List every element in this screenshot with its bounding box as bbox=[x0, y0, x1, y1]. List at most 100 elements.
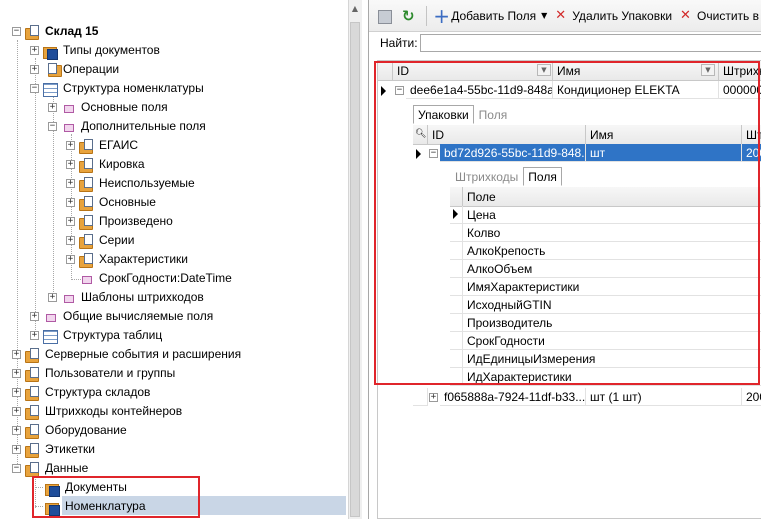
column-header-id[interactable]: ID ▼ bbox=[393, 61, 553, 81]
tree-item-unused[interactable]: + Неиспользуемые bbox=[66, 174, 197, 193]
tree-item-container-barcodes[interactable]: + Штрихкоды контейнеров bbox=[12, 402, 184, 421]
tree-item-server-events[interactable]: + Серверные события и расширения bbox=[12, 345, 243, 364]
expand-icon[interactable]: + bbox=[12, 445, 21, 454]
detail-column-header-name[interactable]: Имя bbox=[586, 125, 742, 145]
tree-item-doc-types[interactable]: + Типы документов bbox=[30, 41, 162, 60]
detail-cell-barcode[interactable]: 200 bbox=[742, 144, 761, 162]
expand-icon[interactable]: + bbox=[66, 236, 75, 245]
tree-item-additional-fields[interactable]: − Дополнительные поля bbox=[48, 117, 208, 136]
inner-field-cell[interactable]: ИмяХарактеристики bbox=[463, 278, 761, 296]
collapse-icon[interactable]: − bbox=[395, 86, 404, 95]
tab-packages[interactable]: Упаковки bbox=[413, 105, 474, 124]
expand-icon[interactable]: + bbox=[30, 331, 39, 340]
tree-item-basic[interactable]: + Основные bbox=[66, 193, 158, 212]
inner-column-header-field[interactable]: Поле bbox=[463, 187, 761, 207]
add-fields-button[interactable]: Добавить Поля ▼ bbox=[429, 4, 550, 28]
inner-field-cell[interactable]: АлкоОбъем bbox=[463, 260, 761, 278]
tree-item-users-groups[interactable]: + Пользователи и группы bbox=[12, 364, 177, 383]
tree-item-operations[interactable]: + Операции bbox=[30, 60, 121, 79]
expand-icon[interactable]: + bbox=[12, 426, 21, 435]
tree-item-barcode-templates[interactable]: + Шаблоны штрихкодов bbox=[48, 288, 206, 307]
scroll-up-icon[interactable]: ▲ bbox=[350, 4, 360, 16]
tree-scrollbar-thumb[interactable] bbox=[350, 22, 360, 517]
folder-icon bbox=[24, 385, 40, 401]
tree-item-table-structure[interactable]: + Структура таблиц bbox=[30, 326, 164, 345]
expand-icon[interactable]: + bbox=[48, 103, 57, 112]
tree-item-kirovka[interactable]: + Кировка bbox=[66, 155, 147, 174]
collapse-icon[interactable]: − bbox=[12, 27, 21, 36]
tree-label: Этикетки bbox=[45, 442, 95, 456]
detail-column-header-id[interactable]: ID bbox=[428, 125, 586, 145]
column-header-barcode[interactable]: Штрихко bbox=[719, 61, 761, 81]
collapse-icon[interactable]: − bbox=[48, 122, 57, 131]
tree-item-equipment[interactable]: + Оборудование bbox=[12, 421, 129, 440]
tree-item-documents[interactable]: Документы bbox=[44, 478, 129, 497]
tree-item-nomenclature-structure[interactable]: − Структура номенклатуры bbox=[30, 79, 206, 98]
collapse-icon[interactable]: − bbox=[12, 464, 21, 473]
expand-icon[interactable]: + bbox=[30, 312, 39, 321]
tree-guide bbox=[35, 58, 36, 338]
expand-icon[interactable]: + bbox=[66, 141, 75, 150]
tree-item-characteristics[interactable]: + Характеристики bbox=[66, 250, 190, 269]
collapse-icon[interactable]: − bbox=[30, 84, 39, 93]
tree-item-root[interactable]: − Склад 15 bbox=[12, 22, 100, 41]
collapse-icon[interactable]: − bbox=[429, 149, 438, 158]
inner-field-cell[interactable]: Цена bbox=[463, 206, 761, 224]
tree-item-calculated-fields[interactable]: + Общие вычисляемые поля bbox=[30, 307, 215, 326]
expand-icon[interactable]: + bbox=[66, 255, 75, 264]
expand-icon[interactable]: + bbox=[12, 388, 21, 397]
detail-cell-name[interactable]: шт (1 шт) bbox=[586, 388, 742, 406]
search-input[interactable] bbox=[420, 34, 761, 52]
save-button[interactable] bbox=[373, 5, 398, 27]
cell-barcode[interactable]: 000000 bbox=[719, 81, 761, 99]
tab-barcodes[interactable]: Штрихкоды bbox=[450, 167, 523, 186]
expand-icon[interactable]: + bbox=[30, 65, 39, 74]
inner-field-cell[interactable]: АлкоКрепость bbox=[463, 242, 761, 260]
expand-icon[interactable]: + bbox=[12, 350, 21, 359]
tree-item-warehouse-structure[interactable]: + Структура складов bbox=[12, 383, 152, 402]
inner-field-cell[interactable]: ИдХарактеристики bbox=[463, 368, 761, 386]
tree-item-produced[interactable]: + Произведено bbox=[66, 212, 175, 231]
expand-icon[interactable]: + bbox=[66, 160, 75, 169]
cell-name[interactable]: Кондиционер ELEKTA bbox=[553, 81, 719, 99]
tree-item-nomenclature[interactable]: Номенклатура bbox=[44, 497, 148, 516]
detail-cell-id[interactable]: bd72d926-55bc-11d9-848... bbox=[440, 144, 586, 162]
detail-cell-name[interactable]: шт bbox=[586, 144, 742, 162]
tree-item-series[interactable]: + Серии bbox=[66, 231, 136, 250]
expand-icon[interactable]: + bbox=[429, 393, 438, 402]
clear-button[interactable]: Очистить в bbox=[675, 5, 761, 27]
expand-icon[interactable]: + bbox=[48, 293, 57, 302]
tree-item-expiry-date[interactable]: СрокГодности:DateTime bbox=[66, 269, 234, 288]
detail-cell-barcode[interactable]: 200 bbox=[742, 388, 761, 406]
tree-item-main-fields[interactable]: + Основные поля bbox=[48, 98, 170, 117]
tree-item-egais[interactable]: + ЕГАИС bbox=[66, 136, 140, 155]
inner-field-cell[interactable]: Колво bbox=[463, 224, 761, 242]
filter-dropdown-icon[interactable]: ▼ bbox=[701, 64, 715, 76]
cell-id[interactable]: dee6e1a4-55bc-11d9-848a... bbox=[406, 81, 553, 99]
inner-field-cell[interactable]: СрокГодности bbox=[463, 332, 761, 350]
expand-icon[interactable]: + bbox=[12, 407, 21, 416]
expand-icon[interactable]: + bbox=[66, 198, 75, 207]
tab-fields[interactable]: Поля bbox=[523, 167, 562, 186]
delete-packages-button[interactable]: Удалить Упаковки bbox=[550, 5, 675, 27]
expand-icon[interactable]: + bbox=[30, 46, 39, 55]
expand-icon[interactable]: + bbox=[66, 179, 75, 188]
add-fields-label: Добавить Поля bbox=[451, 8, 537, 23]
column-header-name[interactable]: Имя ▼ bbox=[553, 61, 719, 81]
tab-fields[interactable]: Поля bbox=[474, 105, 513, 124]
refresh-button[interactable] bbox=[398, 5, 423, 27]
tree-label: Характеристики bbox=[99, 252, 188, 266]
search-icon[interactable]: 🔍︎ bbox=[415, 128, 426, 138]
expand-icon[interactable]: + bbox=[12, 369, 21, 378]
dropdown-arrow-icon[interactable]: ▼ bbox=[541, 11, 547, 20]
tree-item-labels[interactable]: + Этикетки bbox=[12, 440, 97, 459]
inner-field-cell[interactable]: Производитель bbox=[463, 314, 761, 332]
tree-item-data[interactable]: − Данные bbox=[12, 459, 90, 478]
inner-field-cell[interactable]: ИдЕдиницыИзмерения bbox=[463, 350, 761, 368]
inner-field-cell[interactable]: ИсходныйGTIN bbox=[463, 296, 761, 314]
expand-icon[interactable]: + bbox=[66, 217, 75, 226]
filter-dropdown-icon[interactable]: ▼ bbox=[537, 64, 551, 76]
detail-cell-id[interactable]: f065888a-7924-11df-b33... bbox=[440, 388, 586, 406]
folder-icon bbox=[78, 233, 94, 249]
detail-column-header-barcode[interactable]: Штр bbox=[742, 125, 761, 145]
